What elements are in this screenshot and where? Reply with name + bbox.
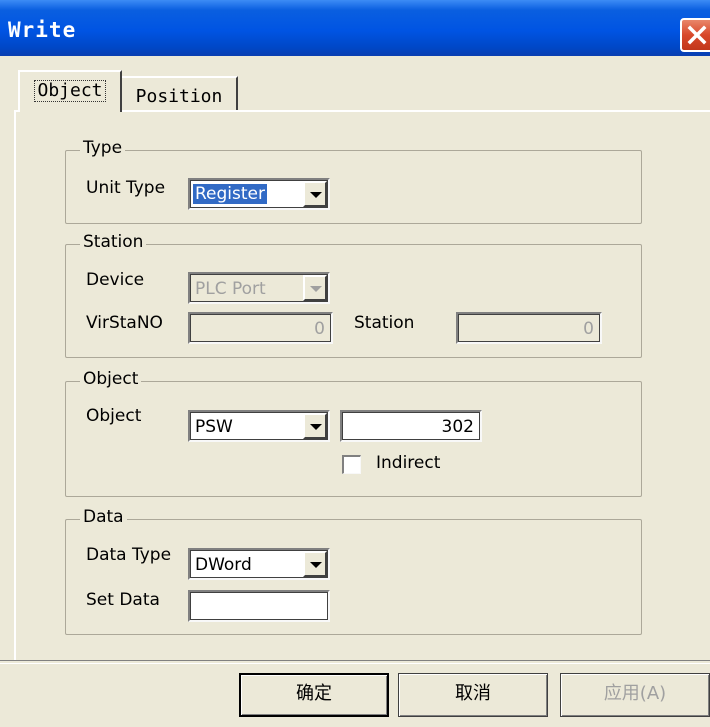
chevron-down-icon[interactable]	[303, 413, 327, 439]
apply-button[interactable]: 应用(A)	[560, 673, 710, 717]
data-group: Data	[65, 507, 642, 635]
close-icon	[687, 25, 707, 45]
data-type-value: DWord	[195, 555, 252, 575]
window-title: Write	[8, 18, 77, 42]
object-address-value: 302	[441, 417, 474, 437]
data-type-select[interactable]: DWord	[188, 548, 330, 580]
virstano-value: 0	[314, 319, 325, 339]
set-data-label: Set Data	[86, 590, 160, 610]
device-value: PLC Port	[195, 279, 266, 299]
close-button[interactable]	[680, 18, 710, 52]
divider	[0, 660, 710, 664]
station-field[interactable]: 0	[456, 312, 602, 344]
data-type-label: Data Type	[86, 545, 172, 565]
ok-button[interactable]: 确定	[239, 673, 389, 717]
object-legend: Object	[80, 369, 142, 389]
chevron-down-icon[interactable]	[303, 551, 327, 577]
tab-position[interactable]: Position	[122, 76, 238, 112]
unit-type-select[interactable]: Register	[188, 178, 330, 210]
virstano-label: VirStaNO	[86, 313, 163, 333]
station-value: 0	[583, 319, 594, 339]
object-select[interactable]: PSW	[188, 410, 330, 442]
unit-type-label: Unit Type	[86, 178, 166, 198]
set-data-input[interactable]	[188, 590, 330, 622]
indirect-checkbox[interactable]	[342, 455, 361, 474]
tab-object-label: Object	[34, 80, 106, 102]
tab-position-label: Position	[135, 86, 223, 107]
title-bar[interactable]: Write	[0, 0, 710, 56]
cancel-button[interactable]: 取消	[398, 673, 548, 717]
station-legend: Station	[80, 232, 147, 252]
indirect-label: Indirect	[376, 453, 441, 473]
object-value: PSW	[195, 417, 233, 437]
unit-type-value: Register	[192, 183, 268, 205]
chevron-down-icon[interactable]	[303, 181, 327, 207]
object-label: Object	[86, 406, 142, 426]
chevron-down-icon[interactable]	[303, 275, 327, 301]
virstano-field[interactable]: 0	[188, 312, 333, 344]
type-legend: Type	[80, 138, 126, 158]
data-legend: Data	[80, 507, 127, 527]
station-label: Station	[354, 313, 415, 333]
object-address-input[interactable]: 302	[340, 410, 482, 442]
device-select[interactable]: PLC Port	[188, 272, 330, 304]
device-label: Device	[86, 270, 145, 290]
tab-object[interactable]: Object	[18, 70, 122, 112]
